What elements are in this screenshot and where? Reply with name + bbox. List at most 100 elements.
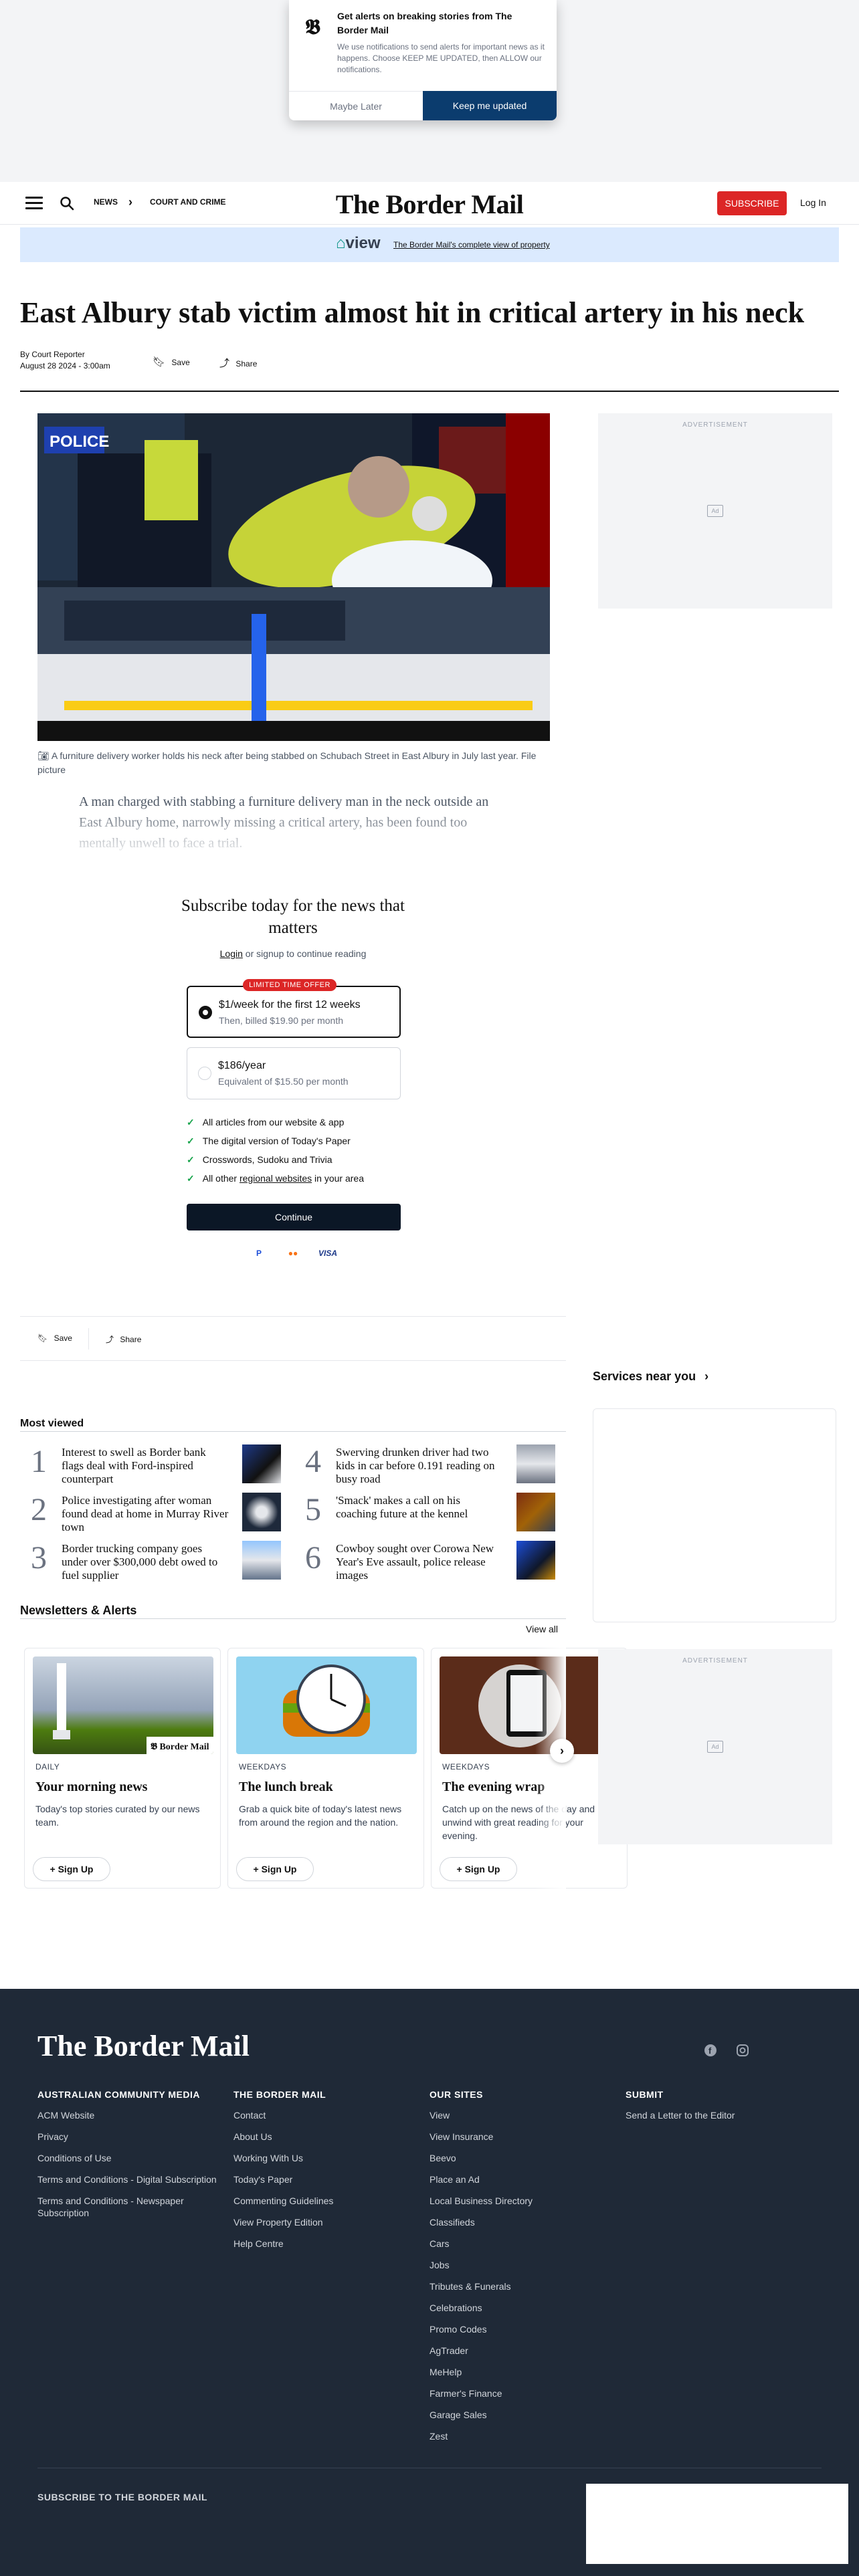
subscribe-button[interactable]: SUBSCRIBE [717, 191, 787, 215]
menu-icon[interactable] [25, 197, 43, 210]
facebook-icon[interactable]: f [704, 2044, 717, 2057]
share-button[interactable]: ⤴ Share [106, 1333, 141, 1345]
most-viewed-item[interactable]: 4 Swerving drunken driver had two kids i… [294, 1444, 555, 1489]
story-thumbnail[interactable] [242, 1493, 281, 1531]
footer-link[interactable]: Tributes & Funerals [430, 2280, 610, 2292]
story-title[interactable]: 'Smack' makes a call on his coaching fut… [336, 1494, 503, 1521]
footer-link[interactable]: Help Centre [233, 2238, 414, 2250]
rank-number: 3 [31, 1540, 47, 1576]
footer-link[interactable]: ACM Website [37, 2109, 218, 2121]
footer-link[interactable]: Garage Sales [430, 2409, 610, 2421]
share-button[interactable]: ⤴ Share [219, 356, 257, 370]
maybe-later-button[interactable]: Maybe Later [289, 91, 423, 120]
footer-link[interactable]: Cars [430, 2238, 610, 2250]
most-viewed-item[interactable]: 3 Border trucking company goes under ove… [20, 1541, 281, 1585]
footer-link[interactable]: View Property Edition [233, 2216, 414, 2228]
story-thumbnail[interactable] [516, 1541, 555, 1580]
radio-selected[interactable] [199, 1006, 212, 1019]
footer-column-our-sites: OUR SITES View View Insurance Beevo Plac… [430, 2089, 610, 2452]
check-icon: ✓ [187, 1136, 195, 1146]
most-viewed-item[interactable]: 2 Police investigating after woman found… [20, 1493, 281, 1537]
story-thumbnail[interactable] [516, 1493, 555, 1531]
footer-link[interactable]: Promo Codes [430, 2323, 610, 2335]
footer-link[interactable]: Zest [430, 2430, 610, 2442]
story-title[interactable]: Police investigating after woman found d… [62, 1494, 229, 1534]
save-button[interactable]: 🔖︎ Save [153, 356, 190, 368]
continue-button[interactable]: Continue [187, 1204, 401, 1230]
sign-up-button[interactable]: + Sign Up [236, 1857, 314, 1881]
story-thumbnail[interactable] [242, 1541, 281, 1580]
story-thumbnail[interactable] [516, 1444, 555, 1483]
footer-link[interactable]: Working With Us [233, 2152, 414, 2164]
breadcrumb-court-and-crime[interactable]: COURT AND CRIME [150, 197, 226, 207]
footer-overlay-panel [586, 2484, 848, 2564]
footer-link[interactable]: Terms and Conditions - Newspaper Subscri… [37, 2195, 218, 2219]
masthead-logo[interactable]: The Border Mail [321, 189, 538, 220]
footer-link[interactable]: Farmer's Finance [430, 2387, 610, 2399]
radio-unselected[interactable] [198, 1067, 211, 1080]
footer-link[interactable]: Conditions of Use [37, 2152, 218, 2164]
instagram-icon[interactable] [736, 2044, 749, 2057]
footer-link[interactable]: View [430, 2109, 610, 2121]
story-title[interactable]: Border trucking company goes under over … [62, 1542, 229, 1582]
footer-link[interactable]: Commenting Guidelines [233, 2195, 414, 2207]
sign-up-button[interactable]: + Sign Up [33, 1857, 110, 1881]
footer-link[interactable]: Terms and Conditions - Digital Subscript… [37, 2173, 218, 2185]
plus-icon: + [50, 1864, 56, 1874]
footer-link[interactable]: Celebrations [430, 2302, 610, 2314]
footer-link[interactable]: Contact [233, 2109, 414, 2121]
most-viewed-item[interactable]: 5 'Smack' makes a call on his coaching f… [294, 1493, 555, 1537]
login-link[interactable]: Log In [800, 197, 826, 208]
newsletter-image [236, 1656, 417, 1754]
breadcrumb-news[interactable]: NEWS [94, 197, 118, 207]
view-property-banner[interactable]: ⌂view The Border Mail's complete view of… [20, 227, 839, 262]
keep-me-updated-button[interactable]: Keep me updated [423, 91, 557, 120]
chevron-right-icon[interactable]: › [550, 1739, 574, 1763]
footer-link[interactable]: MeHelp [430, 2366, 610, 2378]
footer-heading: AUSTRALIAN COMMUNITY MEDIA [37, 2089, 200, 2100]
sidebar-ad-1[interactable]: ADVERTISEMENT Ad [598, 413, 832, 609]
footer-link[interactable]: View Insurance [430, 2131, 610, 2143]
most-viewed-title: Most viewed [20, 1418, 84, 1429]
footer-column-acm: AUSTRALIAN COMMUNITY MEDIA ACM Website P… [37, 2089, 218, 2228]
story-title[interactable]: Swerving drunken driver had two kids in … [336, 1446, 503, 1486]
paywall-fade [67, 802, 535, 863]
login-link[interactable]: Login [220, 948, 243, 959]
story-title[interactable]: Interest to swell as Border bank flags d… [62, 1446, 229, 1486]
footer-link[interactable]: Local Business Directory [430, 2195, 610, 2207]
services-near-you-title[interactable]: Services near you › [593, 1370, 708, 1384]
footer-logo[interactable]: The Border Mail [37, 2029, 250, 2063]
footer-link[interactable]: Place an Ad [430, 2173, 610, 2185]
regional-websites-link[interactable]: regional websites [240, 1173, 312, 1184]
view-all-link[interactable]: View all [526, 1624, 558, 1634]
footer-link[interactable]: Jobs [430, 2259, 610, 2271]
save-button[interactable]: 🔖︎ Save [37, 1333, 72, 1343]
footer-link[interactable]: Classifieds [430, 2216, 610, 2228]
story-title[interactable]: Cowboy sought over Corowa New Year's Eve… [336, 1542, 503, 1582]
article-byline[interactable]: By Court Reporter [20, 348, 85, 361]
footer-link[interactable]: About Us [233, 2131, 414, 2143]
most-viewed-item[interactable]: 1 Interest to swell as Border bank flags… [20, 1444, 281, 1489]
footer-link[interactable]: AgTrader [430, 2345, 610, 2357]
ad-label: ADVERTISEMENT [682, 421, 748, 429]
footer-subscribe-link[interactable]: SUBSCRIBE TO THE BORDER MAIL [37, 2492, 207, 2502]
footer-link[interactable]: Privacy [37, 2131, 218, 2143]
most-viewed-item[interactable]: 6 Cowboy sought over Corowa New Year's E… [294, 1541, 555, 1585]
newsletter-card: WEEKDAYS The lunch break Grab a quick bi… [227, 1648, 424, 1889]
rank-number: 6 [305, 1540, 321, 1576]
check-icon: ✓ [187, 1117, 195, 1128]
footer-link[interactable]: Send a Letter to the Editor [626, 2109, 806, 2121]
view-banner-link[interactable]: The Border Mail's complete view of prope… [393, 240, 550, 249]
hero-photo: POLICE [37, 413, 550, 741]
divider [20, 1618, 566, 1619]
services-widget[interactable] [593, 1408, 836, 1622]
plan-option-yearly[interactable]: $186/year Equivalent of $15.50 per month [187, 1047, 401, 1099]
footer-link[interactable]: Today's Paper [233, 2173, 414, 2185]
sign-up-button[interactable]: + Sign Up [440, 1857, 517, 1881]
story-thumbnail[interactable] [242, 1444, 281, 1483]
footer-link[interactable]: Beevo [430, 2152, 610, 2164]
sidebar-ad-2[interactable]: ADVERTISEMENT Ad [598, 1649, 832, 1844]
newsletter-frequency: DAILY [35, 1762, 60, 1772]
search-icon[interactable] [59, 195, 75, 211]
plan-option-weekly[interactable]: $1/week for the first 12 weeks Then, bil… [187, 986, 401, 1038]
